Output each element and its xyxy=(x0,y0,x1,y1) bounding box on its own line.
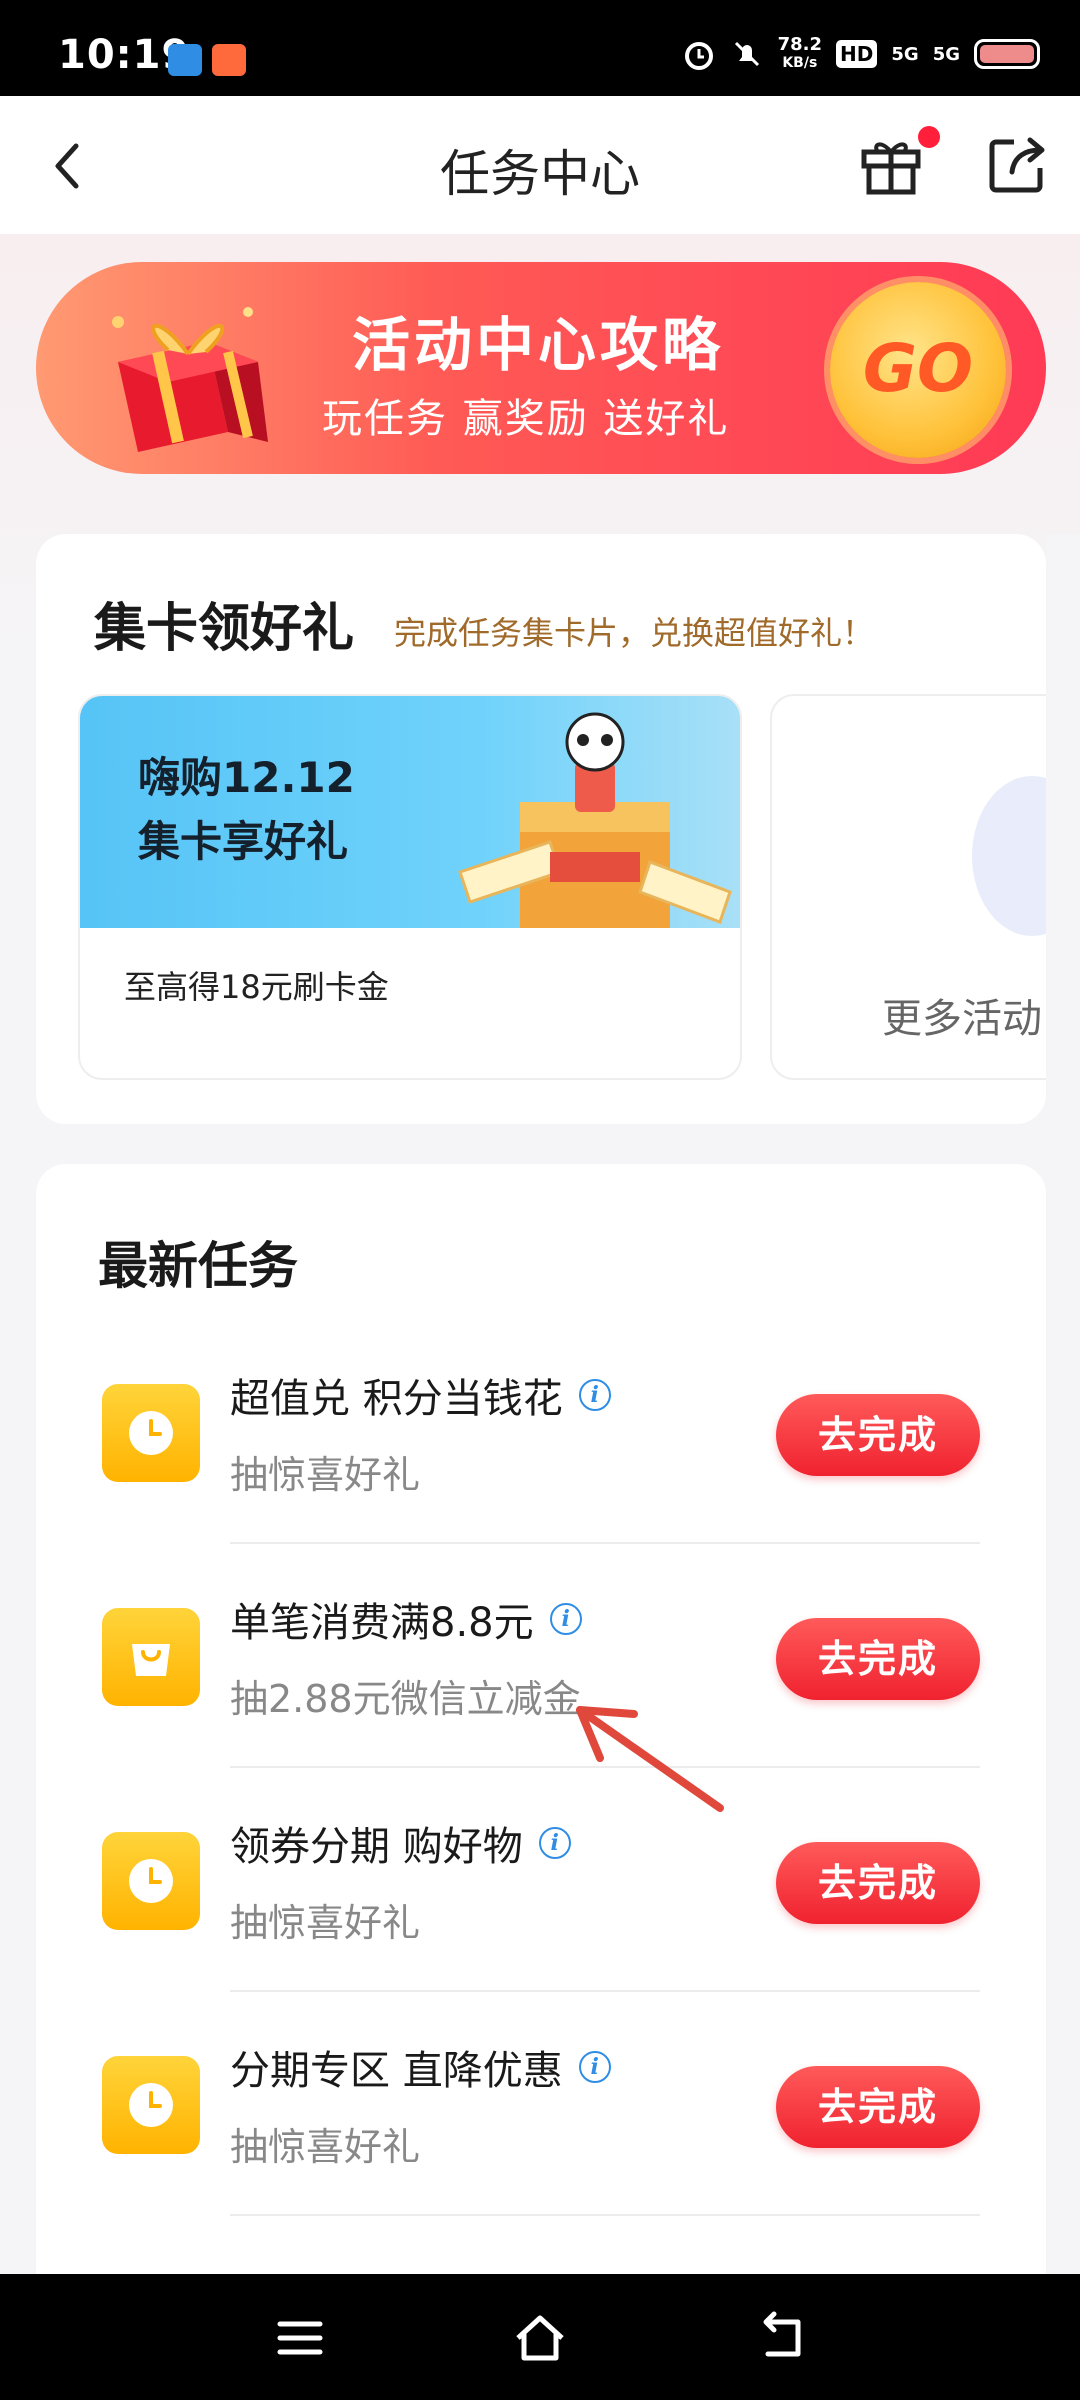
speed-value: 78.2 xyxy=(777,34,823,55)
promo-card-1212[interactable]: 嗨购12.12 集卡享好礼 至高得18元刷卡金 xyxy=(78,694,742,1080)
task-item: 分期专区 直降优惠 i 抽惊喜好礼 去完成 xyxy=(36,1992,1046,2216)
complete-task-button[interactable]: 去完成 xyxy=(776,1394,980,1476)
hd-badge: HD xyxy=(836,40,878,68)
complete-task-button[interactable]: 去完成 xyxy=(776,1842,980,1924)
promo-line2: 集卡享好礼 xyxy=(138,817,349,866)
info-icon[interactable]: i xyxy=(578,1379,611,1411)
section-subtitle: 完成任务集卡片，兑换超值好礼！ xyxy=(394,614,875,652)
go-button[interactable]: GO xyxy=(830,282,1006,458)
task-title: 单笔消费满8.8元 i xyxy=(230,1590,582,1648)
task-title: 超值兑 积分当钱花 i xyxy=(230,1366,611,1424)
annotation-arrow xyxy=(576,1706,724,1812)
signal-5g: 5G xyxy=(932,43,960,65)
task-subtitle: 抽惊喜好礼 xyxy=(230,2125,421,2169)
complete-task-button[interactable]: 去完成 xyxy=(776,1618,980,1700)
share-icon[interactable] xyxy=(986,134,1048,196)
banner-subtitle: 玩任务 赢奖励 送好礼 xyxy=(322,396,730,442)
shopping-bag-icon xyxy=(102,1608,200,1706)
task-item: 单笔消费满8.8元 i 抽2.88元微信立减金 去完成 xyxy=(36,1544,1046,1768)
task-title: 领券分期 购好物 i xyxy=(230,1814,571,1872)
info-icon[interactable]: i xyxy=(578,2051,611,2083)
card-overflow-mask xyxy=(1046,534,1080,1124)
task-title-text: 领券分期 购好物 xyxy=(230,1824,523,1870)
task-title-text: 单笔消费满8.8元 xyxy=(230,1600,534,1646)
task-title: 分期专区 直降优惠 i xyxy=(230,2038,611,2096)
task-item: 领券分期 购好物 i 抽惊喜好礼 去完成 xyxy=(36,1768,1046,1992)
notification-dot xyxy=(918,126,940,148)
promo-line1: 嗨购12.12 xyxy=(138,753,355,802)
signal-5g: 5G xyxy=(891,43,919,65)
gift-box-illustration xyxy=(112,307,268,452)
clock-icon xyxy=(102,1832,200,1930)
task-subtitle: 抽惊喜好礼 xyxy=(230,1901,421,1945)
task-item: 超值兑 积分当钱花 i 抽惊喜好礼 去完成 xyxy=(36,1320,1046,1544)
speed-unit: KB/s xyxy=(782,55,818,71)
gift-icon[interactable] xyxy=(858,132,924,198)
task-subtitle: 抽惊喜好礼 xyxy=(230,1453,421,1497)
latest-tasks-section: 最新任务 超值兑 积分当钱花 i 抽惊喜好礼 去完成 单笔消费满8.8元 i 抽2.… xyxy=(36,1164,1046,2274)
section-title: 最新任务 xyxy=(98,1237,298,1295)
task-subtitle: 抽2.88元微信立减金 xyxy=(230,1677,581,1721)
go-label: GO xyxy=(862,330,974,407)
more-activities-label: 更多活动 xyxy=(882,996,1042,1042)
alarm-icon xyxy=(684,42,713,70)
clock-icon xyxy=(102,2056,200,2154)
status-indicators: 78.2 KB/s HD 5G 5G xyxy=(682,34,1040,74)
home-icon[interactable] xyxy=(510,2308,570,2368)
divider xyxy=(230,2214,980,2216)
task-title-text: 分期专区 直降优惠 xyxy=(230,2048,563,2094)
back-icon[interactable] xyxy=(752,2308,812,2368)
collect-cards-section: 集卡领好礼 完成任务集卡片，兑换超值好礼！ 嗨购12.12 集卡享好礼 至高得1… xyxy=(36,534,1070,1124)
status-bar: 10:19 78.2 KB/s HD 5G 5G xyxy=(0,0,1080,96)
notification-app-icon xyxy=(212,44,246,76)
promo-image: 嗨购12.12 集卡享好礼 xyxy=(80,696,740,928)
app-header: 任务中心 xyxy=(0,96,1080,234)
system-nav-bar xyxy=(0,2274,1080,2400)
activity-guide-banner[interactable]: 活动中心攻略 玩任务 赢奖励 送好礼 GO xyxy=(36,262,1046,474)
info-icon[interactable]: i xyxy=(538,1827,571,1859)
menu-icon[interactable] xyxy=(270,2308,330,2368)
info-icon[interactable]: i xyxy=(549,1603,582,1635)
complete-task-button[interactable]: 去完成 xyxy=(776,2066,980,2148)
promo-description: 至高得18元刷卡金 xyxy=(124,968,389,1006)
banner-title: 活动中心攻略 xyxy=(352,311,725,379)
task-title-text: 超值兑 积分当钱花 xyxy=(230,1376,563,1422)
more-activities-card[interactable]: 更多活动 xyxy=(770,694,1070,1080)
clock-icon xyxy=(102,1384,200,1482)
section-title: 集卡领好礼 xyxy=(94,599,355,659)
mute-bell-icon xyxy=(734,41,759,67)
battery-icon xyxy=(974,39,1040,69)
promo-gift-box-illustration xyxy=(458,712,732,928)
network-speed: 78.2 KB/s xyxy=(778,36,822,72)
notification-app-icon xyxy=(168,44,202,76)
